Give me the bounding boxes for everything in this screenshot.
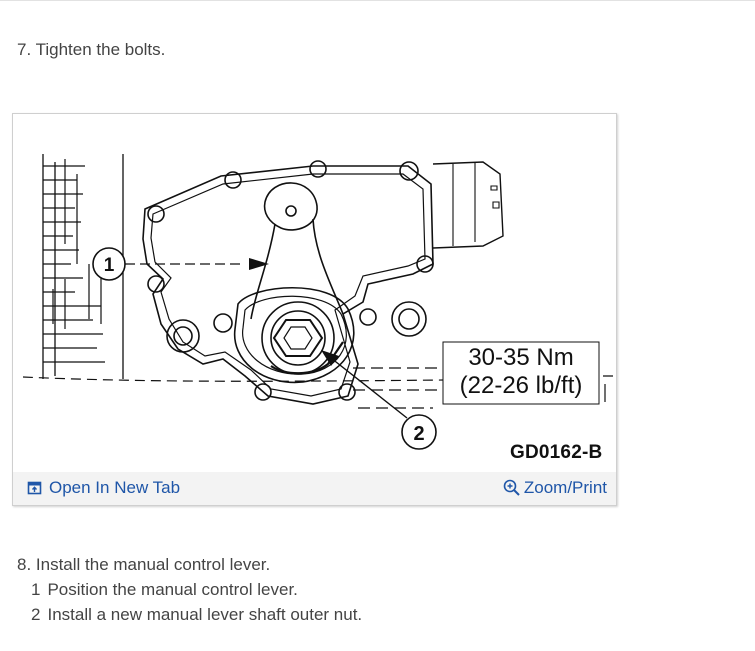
transmission-diagram: 1 2: [22, 154, 613, 450]
torque-metric: 30-35 Nm: [468, 344, 574, 371]
step-7-text: 7. Tighten the bolts.: [17, 40, 166, 59]
step-8-text: 8. Install the manual control lever.: [17, 555, 271, 574]
substep-1-text: Position the manual control lever.: [47, 580, 298, 599]
substep-2: 2 Install a new manual lever shaft outer …: [31, 605, 362, 625]
zoom-in-icon: [503, 479, 521, 497]
substep-2-number: 2: [31, 605, 41, 624]
open-in-new-tab-link[interactable]: Open In New Tab: [27, 478, 180, 498]
substep-1: 1 Position the manual control lever.: [31, 580, 298, 600]
open-in-new-tab-label: Open In New Tab: [49, 478, 181, 497]
torque-spec: 30-35 Nm (22-26 lb/ft): [443, 340, 599, 402]
substep-2-text: Install a new manual lever shaft outer n…: [47, 605, 363, 624]
zoom-print-link[interactable]: Zoom/Print: [503, 477, 607, 499]
callout-2-label: 2: [413, 423, 424, 445]
torque-imperial: (22-26 lb/ft): [459, 372, 583, 399]
figure-panel: 1 2 30-35 Nm (22-26 lb/ft) GD0162-B Open…: [12, 113, 617, 506]
figure-toolbar: Open In New Tab Zoom/Print: [13, 472, 616, 505]
callout-1-label: 1: [104, 255, 115, 276]
substep-1-number: 1: [31, 580, 41, 599]
zoom-print-label: Zoom/Print: [523, 478, 607, 497]
figure-code: GD0162-B: [510, 442, 603, 463]
open-in-new-tab-icon: [27, 480, 43, 496]
top-divider: [0, 0, 755, 1]
